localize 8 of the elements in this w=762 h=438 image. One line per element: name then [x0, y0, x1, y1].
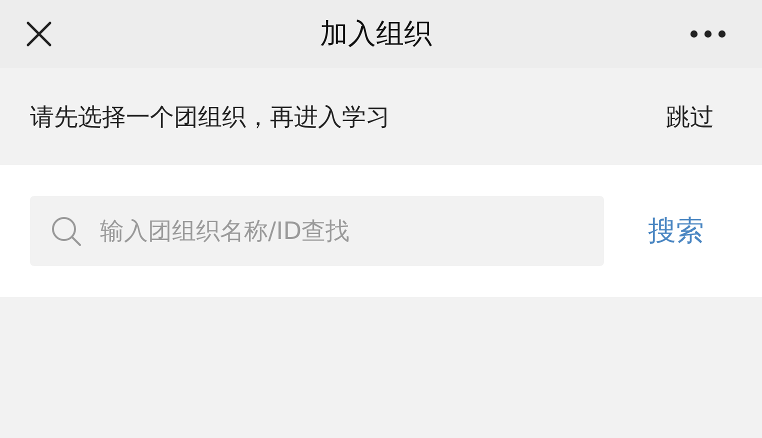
page-title: 加入组织 — [320, 16, 432, 52]
search-button[interactable]: 搜索 — [648, 212, 704, 250]
search-icon — [50, 215, 82, 247]
search-field[interactable]: 输入团组织名称/ID查找 — [30, 196, 604, 266]
notice-text: 请先选择一个团组织，再进入学习 — [30, 102, 390, 132]
skip-link[interactable]: 跳过 — [666, 100, 714, 132]
more-icon[interactable] — [690, 30, 726, 38]
close-icon[interactable] — [26, 21, 52, 47]
